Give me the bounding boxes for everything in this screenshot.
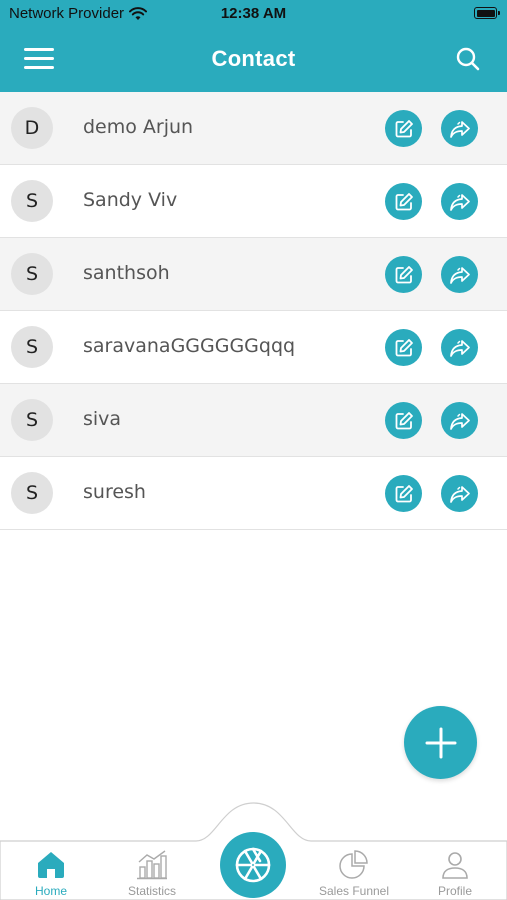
contact-row[interactable]: S suresh [0, 457, 507, 530]
edit-button[interactable] [385, 256, 422, 293]
contact-row[interactable]: D demo Arjun [0, 92, 507, 165]
status-bar: Network Provider 12:38 AM [0, 0, 507, 28]
avatar: S [11, 253, 53, 295]
share-icon [449, 339, 470, 357]
nav-statistics[interactable]: Statistics [107, 846, 197, 898]
sales-funnel-icon [339, 850, 368, 879]
edit-icon [395, 192, 413, 210]
edit-button[interactable] [385, 110, 422, 147]
contact-row[interactable]: S saravanaGGGGGGqqq [0, 311, 507, 384]
nav-sales-funnel[interactable]: Sales Funnel [309, 846, 399, 898]
edit-button[interactable] [385, 402, 422, 439]
status-time: 12:38 AM [220, 5, 287, 22]
contact-row[interactable]: S santhsoh [0, 238, 507, 311]
nav-statistics-label: Statistics [127, 884, 176, 898]
contact-name: saravanaGGGGGGqqq [83, 335, 296, 357]
nav-home[interactable]: Home [6, 846, 96, 898]
nav-sales-funnel-label: Sales Funnel [318, 884, 390, 898]
edit-icon [395, 411, 413, 429]
share-button[interactable] [441, 475, 478, 512]
home-icon [38, 852, 64, 878]
avatar: D [11, 107, 53, 149]
plus-icon [425, 727, 456, 758]
nav-profile[interactable]: Profile [410, 846, 500, 898]
add-contact-button[interactable] [404, 706, 477, 779]
avatar: S [11, 326, 53, 368]
share-button[interactable] [441, 110, 478, 147]
edit-button[interactable] [385, 329, 422, 366]
share-button[interactable] [441, 329, 478, 366]
center-action-button[interactable] [220, 832, 286, 898]
profile-icon [442, 852, 468, 879]
contact-name: siva [83, 408, 122, 430]
share-icon [449, 266, 470, 284]
aperture-icon [235, 847, 271, 883]
statistics-icon [137, 850, 167, 880]
contact-row[interactable]: S siva [0, 384, 507, 457]
edit-icon [395, 265, 413, 283]
share-icon [449, 120, 470, 138]
contact-name: demo Arjun [83, 116, 194, 138]
search-button[interactable] [455, 46, 481, 72]
search-icon [456, 47, 480, 71]
edit-icon [395, 119, 413, 137]
avatar: S [11, 472, 53, 514]
contact-row[interactable]: S Sandy Viv [0, 165, 507, 238]
share-button[interactable] [441, 183, 478, 220]
contact-name: Sandy Viv [83, 189, 178, 211]
edit-button[interactable] [385, 475, 422, 512]
contact-list: D demo Arjun S Sandy Viv S santhsoh S sa… [0, 92, 507, 530]
share-button[interactable] [441, 256, 478, 293]
nav-profile-label: Profile [437, 884, 472, 898]
edit-icon [395, 484, 413, 502]
app-header: Contact [0, 28, 507, 92]
share-icon [449, 193, 470, 211]
share-icon [449, 485, 470, 503]
contact-name: santhsoh [83, 262, 170, 284]
nav-home-label: Home [34, 884, 67, 898]
avatar: S [11, 399, 53, 441]
share-button[interactable] [441, 402, 478, 439]
avatar: S [11, 180, 53, 222]
edit-icon [395, 338, 413, 356]
share-icon [449, 412, 470, 430]
edit-button[interactable] [385, 183, 422, 220]
page-title: Contact [211, 46, 296, 71]
battery-icon [474, 7, 500, 19]
contact-name: suresh [83, 481, 146, 503]
